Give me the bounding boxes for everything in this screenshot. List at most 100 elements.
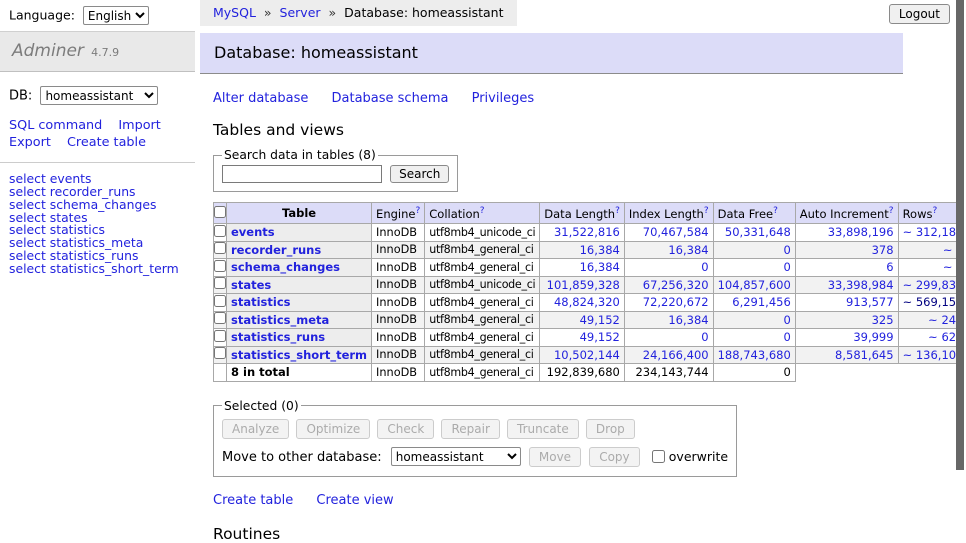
collation-cell: utf8mb4_general_ci — [425, 329, 540, 347]
engine-cell: InnoDB — [372, 311, 425, 329]
data-free-link[interactable]: 0 — [718, 260, 791, 274]
sidebar-create-table-link[interactable]: Create table — [67, 135, 146, 150]
data-free-link[interactable]: 0 — [718, 243, 791, 257]
rows-count-link[interactable]: ~ 3 — [903, 260, 964, 274]
db-select[interactable]: homeassistant — [40, 86, 158, 105]
row-checkbox[interactable] — [214, 295, 226, 307]
rows-count-link[interactable]: ~ 244 — [903, 313, 964, 327]
help-link[interactable]: ? — [415, 206, 420, 216]
auto-increment-link[interactable]: 33,398,984 — [800, 278, 894, 292]
data-free-link[interactable]: 6,291,456 — [718, 295, 791, 309]
data-length-link[interactable]: 10,502,144 — [544, 348, 620, 362]
logout-button[interactable]: Logout — [889, 4, 950, 24]
auto-increment-link[interactable]: 325 — [800, 313, 894, 327]
sidebar-import-link[interactable]: Import — [118, 118, 160, 133]
auto-increment-link[interactable]: 39,999 — [800, 330, 894, 344]
data-length-link[interactable]: 101,859,328 — [544, 278, 620, 292]
index-length-link[interactable]: 24,166,400 — [629, 348, 709, 362]
data-free-link[interactable]: 188,743,680 — [718, 348, 791, 362]
alter-database-link[interactable]: Alter database — [213, 91, 308, 106]
row-checkbox[interactable] — [214, 347, 226, 359]
table-name-link[interactable]: statistics — [231, 295, 291, 309]
create-view-link[interactable]: Create view — [316, 493, 393, 508]
overwrite-checkbox[interactable] — [652, 450, 665, 463]
sidebar-actions: SQL command Import Export Create table — [0, 105, 195, 163]
data-free-link[interactable]: 50,331,648 — [718, 225, 791, 239]
table-name-link[interactable]: states — [231, 278, 271, 292]
index-length-link[interactable]: 70,467,584 — [629, 225, 709, 239]
table-name-link[interactable]: events — [231, 225, 275, 239]
truncate-button[interactable]: Truncate — [507, 419, 579, 439]
auto-increment-link[interactable]: 33,898,196 — [800, 225, 894, 239]
rows-count-link[interactable]: ~ 628 — [903, 330, 964, 344]
data-length-link[interactable]: 31,522,816 — [544, 225, 620, 239]
data-free-link[interactable]: 0 — [718, 330, 791, 344]
check-button[interactable]: Check — [377, 419, 434, 439]
privileges-link[interactable]: Privileges — [472, 91, 535, 106]
database-schema-link[interactable]: Database schema — [332, 91, 449, 106]
search-legend: Search data in tables (8) — [222, 148, 378, 162]
select-all-checkbox[interactable] — [214, 206, 226, 218]
auto-increment-link[interactable]: 913,577 — [800, 295, 894, 309]
scrollbar-thumb[interactable] — [956, 0, 964, 470]
breadcrumb-mysql-link[interactable]: MySQL — [213, 5, 256, 20]
row-checkbox[interactable] — [214, 312, 226, 324]
row-checkbox[interactable] — [214, 330, 226, 342]
repair-button[interactable]: Repair — [441, 419, 499, 439]
analyze-button[interactable]: Analyze — [222, 419, 289, 439]
row-checkbox[interactable] — [214, 242, 226, 254]
table-name-link[interactable]: statistics_meta — [231, 313, 329, 327]
index-length-link[interactable]: 0 — [629, 330, 709, 344]
move-database-select[interactable]: homeassistant — [391, 447, 521, 466]
auto-increment-link[interactable]: 378 — [800, 243, 894, 257]
optimize-button[interactable]: Optimize — [296, 419, 370, 439]
data-free-link[interactable]: 0 — [718, 313, 791, 327]
language-select[interactable]: English — [83, 6, 149, 25]
data-length-link[interactable]: 49,152 — [544, 313, 620, 327]
index-length-link[interactable]: 16,384 — [629, 243, 709, 257]
table-name-link[interactable]: schema_changes — [231, 260, 340, 274]
drop-button[interactable]: Drop — [586, 419, 635, 439]
rows-count-link[interactable]: ~ 5 — [903, 243, 964, 257]
rows-count-link[interactable]: ~ 136,108 — [903, 348, 964, 362]
data-length-link[interactable]: 48,824,320 — [544, 295, 620, 309]
help-link[interactable]: ? — [615, 206, 620, 216]
table-header-row: Table Engine? Collation? Data Length? In… — [214, 203, 966, 224]
rows-count-link[interactable]: ~ 299,833 — [903, 278, 964, 292]
row-checkbox[interactable] — [214, 225, 226, 237]
sidebar-export-link[interactable]: Export — [9, 135, 51, 150]
auto-increment-link[interactable]: 6 — [800, 260, 894, 274]
help-link[interactable]: ? — [480, 206, 485, 216]
row-checkbox[interactable] — [214, 260, 226, 272]
index-length-link[interactable]: 67,256,320 — [629, 278, 709, 292]
data-length-link[interactable]: 16,384 — [544, 243, 620, 257]
sidebar-select-statistics-short-term-link[interactable]: select statistics_short_term — [9, 263, 186, 276]
index-length-link[interactable]: 16,384 — [629, 313, 709, 327]
data-free-link[interactable]: 104,857,600 — [718, 278, 791, 292]
copy-button[interactable]: Copy — [589, 447, 639, 467]
rows-count-link[interactable]: ~ 312,180 — [903, 225, 964, 239]
row-checkbox[interactable] — [214, 277, 226, 289]
scrollbar-track[interactable] — [956, 0, 966, 543]
index-length-link[interactable]: 72,220,672 — [629, 295, 709, 309]
index-length-link[interactable]: 0 — [629, 260, 709, 274]
help-link[interactable]: ? — [773, 206, 778, 216]
table-name-link[interactable]: statistics_short_term — [231, 348, 367, 362]
move-button[interactable]: Move — [529, 447, 581, 467]
table-name-link[interactable]: statistics_runs — [231, 330, 325, 344]
search-input[interactable] — [222, 165, 382, 183]
sidebar-table-links: select events select recorder_runs selec… — [0, 163, 195, 275]
create-table-link[interactable]: Create table — [213, 493, 293, 508]
sidebar-sql-command-link[interactable]: SQL command — [9, 118, 102, 133]
search-button[interactable]: Search — [390, 165, 449, 183]
help-link[interactable]: ? — [704, 206, 709, 216]
help-link[interactable]: ? — [889, 206, 894, 216]
breadcrumb-server-link[interactable]: Server — [280, 5, 321, 20]
rows-count-link[interactable]: ~ 569,159 — [903, 295, 964, 309]
column-header-collation: Collation? — [425, 203, 540, 224]
table-name-link[interactable]: recorder_runs — [231, 243, 321, 257]
auto-increment-link[interactable]: 8,581,645 — [800, 348, 894, 362]
help-link[interactable]: ? — [932, 206, 937, 216]
data-length-link[interactable]: 16,384 — [544, 260, 620, 274]
data-length-link[interactable]: 49,152 — [544, 330, 620, 344]
